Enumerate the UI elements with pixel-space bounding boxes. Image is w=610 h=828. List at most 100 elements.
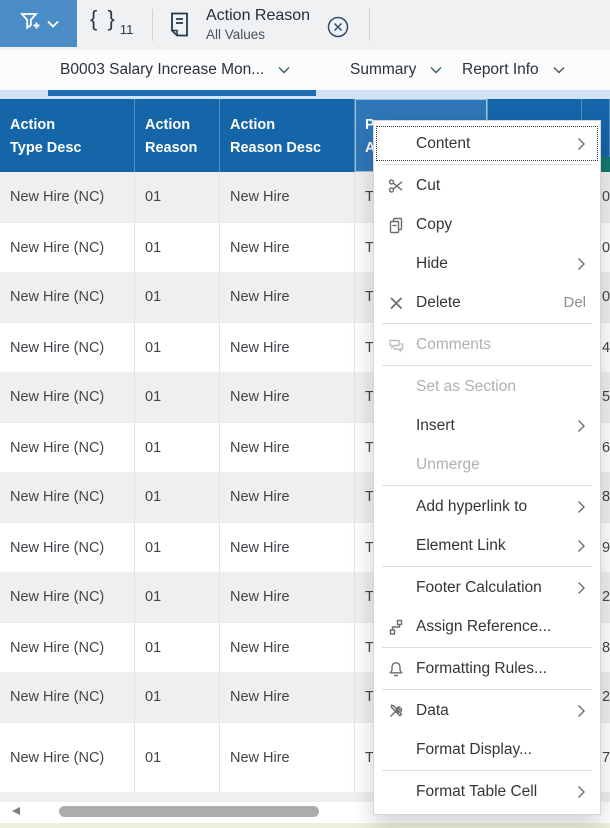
table-cell[interactable]: 01 bbox=[135, 372, 220, 422]
menu-divider bbox=[382, 164, 592, 165]
menu-item-content[interactable]: Content bbox=[374, 124, 600, 163]
menu-item-label: Data bbox=[416, 702, 449, 720]
table-cell[interactable]: New Hire (NC) bbox=[0, 623, 135, 672]
tab-report-info[interactable]: Report Info bbox=[462, 50, 565, 90]
menu-item-label: Copy bbox=[416, 216, 452, 234]
menu-item-label: Formatting Rules... bbox=[416, 660, 547, 678]
table-cell[interactable]: New Hire (NC) bbox=[0, 223, 135, 272]
table-cell[interactable]: New Hire (NC) bbox=[0, 723, 135, 792]
table-cell[interactable]: New Hire bbox=[220, 323, 355, 372]
menu-item-add-hyperlink-to[interactable]: Add hyperlink to bbox=[374, 487, 600, 526]
table-cell[interactable]: New Hire bbox=[220, 572, 355, 622]
app-screen: { } 11 Action Reason All Values B0003 Sa… bbox=[0, 0, 610, 828]
menu-item-element-link[interactable]: Element Link bbox=[374, 526, 600, 565]
submenu-arrow-icon bbox=[577, 500, 586, 514]
top-toolbar: { } 11 Action Reason All Values bbox=[0, 0, 610, 50]
remove-filter-icon[interactable] bbox=[326, 15, 350, 44]
table-cell[interactable]: 01 bbox=[135, 323, 220, 372]
menu-item-format-table-cell[interactable]: Format Table Cell bbox=[374, 772, 600, 811]
chevron-down-icon bbox=[47, 15, 59, 33]
table-cell[interactable]: New Hire bbox=[220, 523, 355, 572]
table-cell[interactable]: 01 bbox=[135, 672, 220, 722]
tab-label: B0003 Salary Increase Mon... bbox=[60, 61, 264, 79]
menu-divider bbox=[382, 770, 592, 771]
header-line: Reason bbox=[145, 137, 215, 160]
menu-item-shortcut: Del bbox=[563, 294, 586, 311]
menu-item-format-display[interactable]: Format Display... bbox=[374, 730, 600, 769]
column-header-action-reason[interactable]: ActionReason bbox=[135, 99, 220, 172]
table-cell[interactable]: New Hire (NC) bbox=[0, 272, 135, 322]
scroll-left-arrow-icon[interactable] bbox=[10, 806, 22, 817]
menu-item-footer-calculation[interactable]: Footer Calculation bbox=[374, 568, 600, 607]
column-header-action-reason-desc[interactable]: ActionReason Desc bbox=[220, 99, 355, 172]
menu-item-formatting-rules[interactable]: Formatting Rules... bbox=[374, 649, 600, 688]
header-line: Type Desc bbox=[10, 137, 130, 160]
menu-item-assign-reference[interactable]: Assign Reference... bbox=[374, 607, 600, 646]
menu-item-copy[interactable]: Copy bbox=[374, 205, 600, 244]
table-cell[interactable]: New Hire bbox=[220, 272, 355, 322]
table-cell[interactable]: New Hire bbox=[220, 423, 355, 472]
scissors-icon bbox=[383, 166, 409, 205]
table-cell[interactable]: 01 bbox=[135, 723, 220, 792]
tab-summary[interactable]: Summary bbox=[350, 50, 442, 90]
menu-divider bbox=[382, 689, 592, 690]
menu-item-cut[interactable]: Cut bbox=[374, 166, 600, 205]
table-cell[interactable]: New Hire (NC) bbox=[0, 672, 135, 722]
header-line: Reason Desc bbox=[230, 137, 350, 160]
menu-item-label: Add hyperlink to bbox=[416, 498, 527, 516]
copy-icon bbox=[383, 205, 409, 244]
column-header-action-type-desc[interactable]: ActionType Desc bbox=[0, 99, 135, 172]
comments-icon bbox=[383, 325, 409, 364]
table-cell[interactable]: New Hire bbox=[220, 723, 355, 792]
menu-item-label: Assign Reference... bbox=[416, 618, 551, 636]
submenu-arrow-icon bbox=[577, 581, 586, 595]
table-cell[interactable]: 01 bbox=[135, 172, 220, 222]
add-filter-button[interactable] bbox=[0, 0, 77, 47]
header-line: Action bbox=[230, 114, 350, 137]
table-cell[interactable]: 01 bbox=[135, 472, 220, 522]
menu-divider bbox=[382, 323, 592, 324]
menu-divider bbox=[382, 365, 592, 366]
menu-divider bbox=[382, 485, 592, 486]
menu-item-label: Format Display... bbox=[416, 741, 532, 759]
menu-item-label: Content bbox=[416, 135, 470, 153]
menu-item-label: Hide bbox=[416, 255, 448, 273]
table-cell[interactable]: New Hire (NC) bbox=[0, 172, 135, 222]
table-cell[interactable]: 01 bbox=[135, 223, 220, 272]
table-cell[interactable]: 01 bbox=[135, 623, 220, 672]
filter-token[interactable]: Action Reason All Values bbox=[206, 6, 310, 43]
table-cell[interactable]: New Hire (NC) bbox=[0, 423, 135, 472]
delete-icon bbox=[383, 283, 409, 322]
table-cell[interactable]: New Hire (NC) bbox=[0, 372, 135, 422]
table-cell[interactable]: New Hire (NC) bbox=[0, 323, 135, 372]
table-cell[interactable]: New Hire bbox=[220, 223, 355, 272]
table-cell[interactable]: New Hire bbox=[220, 472, 355, 522]
calculations-badge[interactable]: { } 11 bbox=[90, 6, 133, 37]
table-cell[interactable]: New Hire bbox=[220, 672, 355, 722]
note-page-icon bbox=[168, 11, 191, 43]
chevron-down-icon bbox=[553, 61, 565, 79]
table-cell[interactable]: New Hire bbox=[220, 172, 355, 222]
table-cell[interactable]: 01 bbox=[135, 423, 220, 472]
menu-divider bbox=[382, 647, 592, 648]
menu-item-delete[interactable]: DeleteDel bbox=[374, 283, 600, 322]
menu-item-label: Set as Section bbox=[416, 378, 516, 396]
table-cell[interactable]: New Hire (NC) bbox=[0, 572, 135, 622]
menu-item-insert[interactable]: Insert bbox=[374, 406, 600, 445]
table-cell[interactable]: 01 bbox=[135, 272, 220, 322]
tab-b0003-salary-increase-mon[interactable]: B0003 Salary Increase Mon... bbox=[60, 50, 290, 90]
table-cell[interactable]: 01 bbox=[135, 572, 220, 622]
table-cell[interactable]: 01 bbox=[135, 523, 220, 572]
table-cell[interactable]: New Hire (NC) bbox=[0, 472, 135, 522]
toolbar-divider bbox=[369, 9, 370, 41]
submenu-arrow-icon bbox=[577, 704, 586, 718]
table-cell[interactable]: New Hire bbox=[220, 372, 355, 422]
scrollbar-thumb[interactable] bbox=[59, 806, 319, 817]
menu-item-set-as-section: Set as Section bbox=[374, 367, 600, 406]
menu-item-data[interactable]: Data bbox=[374, 691, 600, 730]
submenu-arrow-icon bbox=[577, 539, 586, 553]
table-cell[interactable]: New Hire (NC) bbox=[0, 523, 135, 572]
menu-item-hide[interactable]: Hide bbox=[374, 244, 600, 283]
filter-token-title: Action Reason bbox=[206, 6, 310, 26]
table-cell[interactable]: New Hire bbox=[220, 623, 355, 672]
